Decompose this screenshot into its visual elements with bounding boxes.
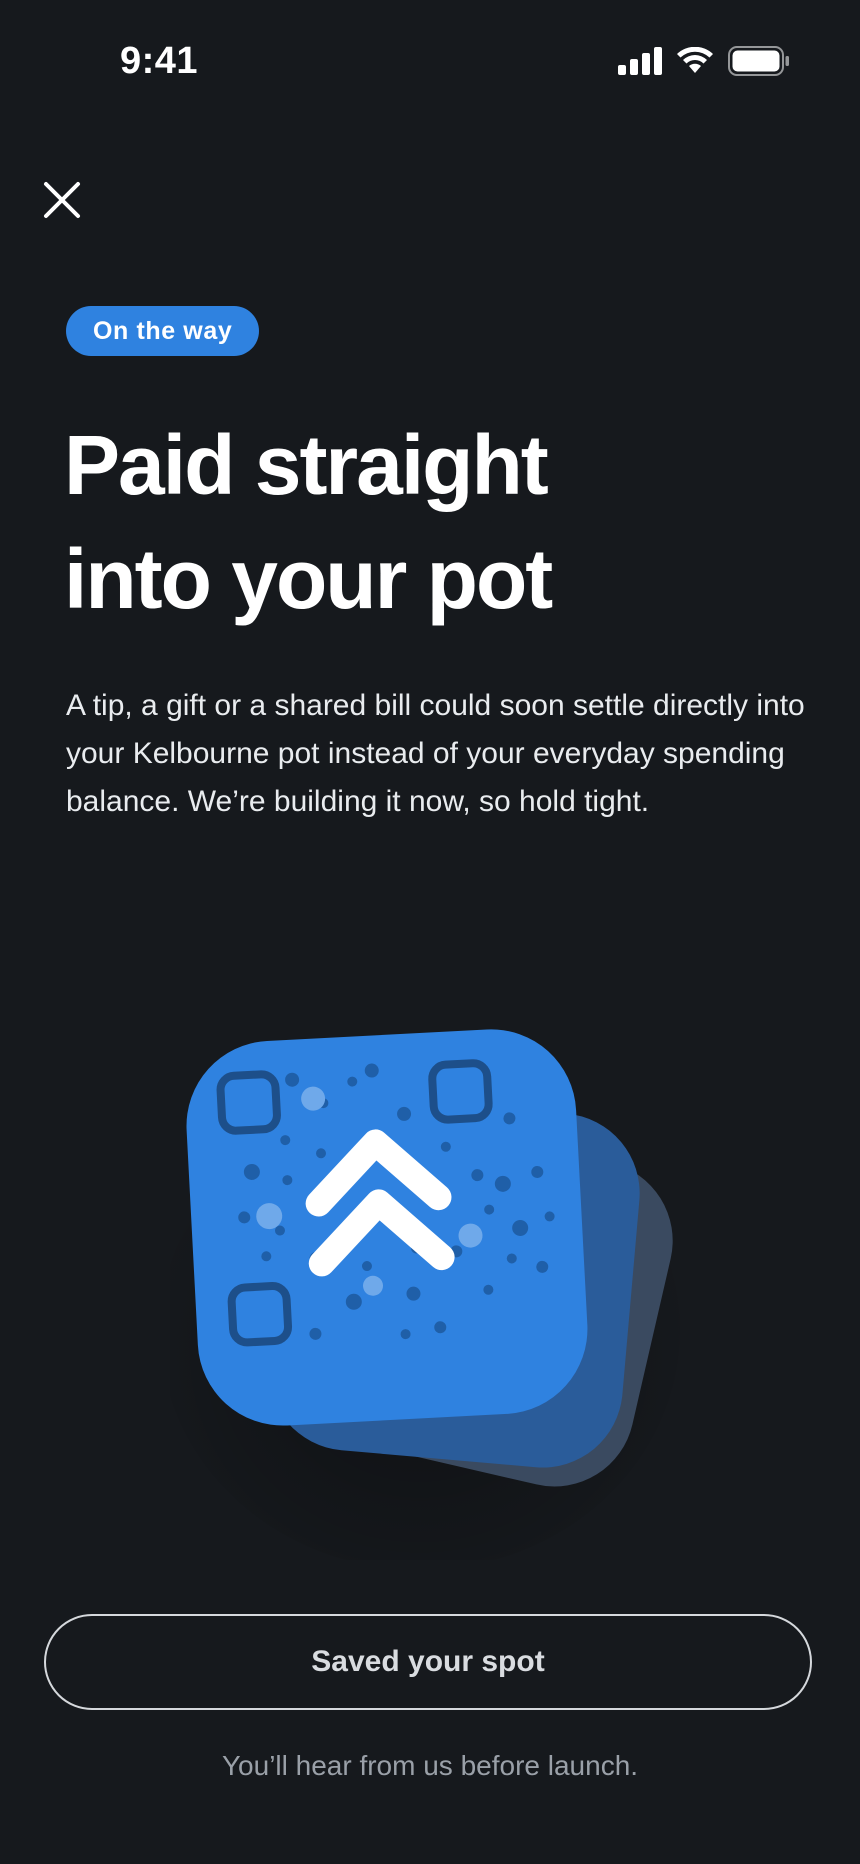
qr-code-upload-icon xyxy=(160,1029,680,1570)
status-badge: On the way xyxy=(66,306,260,356)
page-title: Paid straight into your pot xyxy=(64,408,784,636)
status-bar: 9:41 xyxy=(0,0,860,130)
saved-spot-button[interactable]: Saved your spot xyxy=(44,1614,812,1710)
page-title-line-1: Paid straight xyxy=(64,418,549,512)
front-card xyxy=(186,1029,588,1426)
page-title-line-2: into your pot xyxy=(64,532,553,626)
wifi-icon xyxy=(677,47,713,73)
launch-notice-text: You’ll hear from us before launch. xyxy=(221,1750,639,1781)
cellular-signal-icon xyxy=(618,47,662,75)
battery-icon xyxy=(728,46,789,76)
close-icon xyxy=(44,182,80,218)
status-icons xyxy=(618,46,790,76)
description-text: A tip, a gift or a shared bill could soo… xyxy=(66,689,805,818)
qr-code-upload-illustration xyxy=(160,1000,730,1570)
close-button[interactable] xyxy=(38,176,86,224)
status-time: 9:41 xyxy=(120,40,199,82)
